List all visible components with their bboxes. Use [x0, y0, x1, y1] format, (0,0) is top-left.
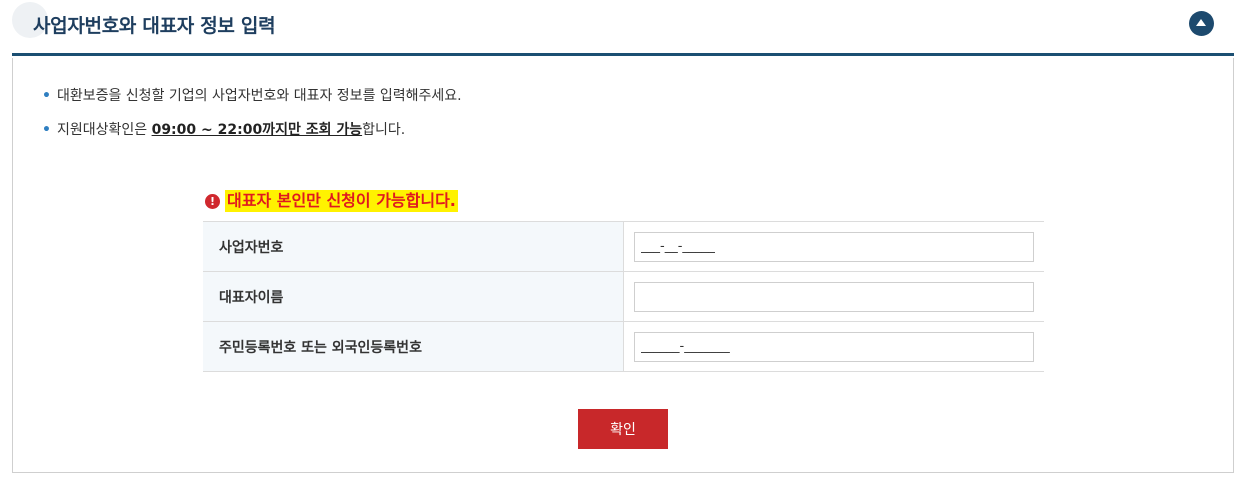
chevron-up-icon	[1196, 19, 1206, 26]
notice-item: • 대환보증을 신청할 기업의 사업자번호와 대표자 정보를 입력해주세요.	[42, 87, 462, 121]
info-form-table: 사업자번호 대표자이름 주민등록번호 또는 외국인등록번호	[203, 221, 1044, 372]
exclamation-circle-icon: !	[205, 193, 220, 209]
confirm-button[interactable]: 확인	[578, 409, 668, 449]
form-row-registration-number: 주민등록번호 또는 외국인등록번호	[203, 321, 1044, 372]
form-row-business-number: 사업자번호	[203, 221, 1044, 272]
business-number-label: 사업자번호	[203, 221, 624, 272]
notice-item: • 지원대상확인은 09:00 ~ 22:00까지만 조회 가능합니다.	[42, 121, 462, 155]
collapse-button[interactable]	[1189, 11, 1214, 36]
representative-name-cell	[623, 271, 1044, 322]
notice-text-prefix: 지원대상확인은	[56, 122, 152, 138]
form-panel: • 대환보증을 신청할 기업의 사업자번호와 대표자 정보를 입력해주세요. • 지…	[12, 58, 1234, 473]
section-header: 사업자번호와 대표자 정보 입력	[12, 0, 1234, 56]
registration-number-cell	[623, 321, 1044, 372]
registration-number-label: 주민등록번호 또는 외국인등록번호	[203, 321, 624, 372]
form-row-representative-name: 대표자이름	[203, 271, 1044, 322]
service-hours: 09:00 ~ 22:00까지만 조회 가능	[151, 122, 363, 138]
warning-text: 대표자 본인만 신청이 가능합니다.	[225, 190, 458, 212]
bullet-icon: •	[42, 88, 51, 104]
notice-list: • 대환보증을 신청할 기업의 사업자번호와 대표자 정보를 입력해주세요. • 지…	[42, 87, 462, 155]
section-title: 사업자번호와 대표자 정보 입력	[33, 15, 276, 37]
bullet-icon: •	[42, 122, 51, 138]
business-number-input[interactable]	[633, 231, 1034, 262]
registration-number-input[interactable]	[633, 331, 1034, 362]
business-number-cell	[623, 221, 1044, 272]
representative-name-label: 대표자이름	[203, 271, 624, 322]
notice-text: 대환보증을 신청할 기업의 사업자번호와 대표자 정보를 입력해주세요.	[56, 88, 462, 104]
warning-message: ! 대표자 본인만 신청이 가능합니다.	[205, 190, 458, 212]
notice-text-suffix: 합니다.	[362, 122, 406, 138]
representative-name-input[interactable]	[633, 281, 1034, 312]
